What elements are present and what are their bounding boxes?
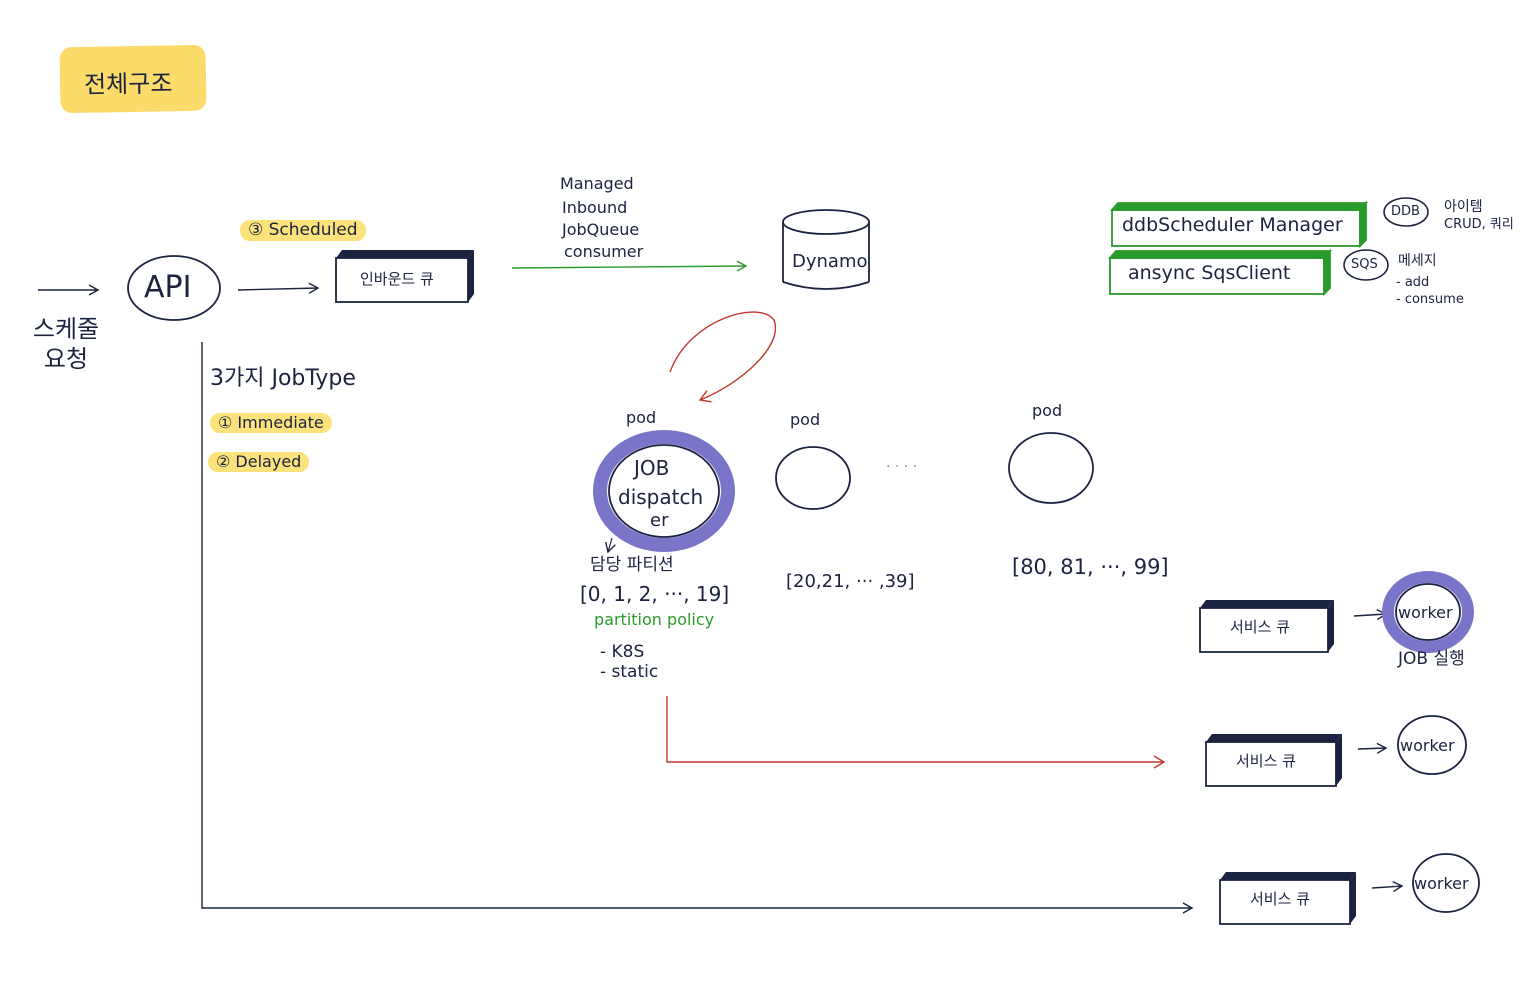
dispatcher-line-3: er xyxy=(650,510,669,531)
sqs-desc-3: - consume xyxy=(1396,292,1464,307)
consumer-line-2: Inbound xyxy=(562,198,628,217)
partition-range-3: [80, 81, ···, 99] xyxy=(1012,555,1169,579)
ddb-desc-2: CRUD, 쿼리 xyxy=(1444,217,1514,232)
api-label: API xyxy=(144,270,192,305)
service-queue-label-1: 서비스 큐 xyxy=(1230,618,1290,636)
consumer-line-1: Managed xyxy=(560,174,634,193)
job-exec-label: JOB 실행 xyxy=(1398,649,1465,669)
ddb-desc-1: 아이템 xyxy=(1444,199,1483,215)
consumer-line-4: consumer xyxy=(564,242,644,261)
pod-2 xyxy=(775,446,851,510)
jobtype-immediate: ① Immediate xyxy=(210,413,332,433)
partition-policy-k8s: - K8S xyxy=(600,642,645,662)
page-title: 전체구조 xyxy=(83,69,173,99)
scheduled-tag: ③ Scheduled xyxy=(240,220,366,241)
inbound-queue-label: 인바운드 큐 xyxy=(360,270,434,288)
ddb-manager-label: ddbScheduler Manager xyxy=(1122,214,1343,236)
request-label: 스케줄 요청 xyxy=(32,315,100,373)
jobtype-delayed: ② Delayed xyxy=(208,452,310,472)
consumer-arrow xyxy=(511,260,748,272)
pod-label-3: pod xyxy=(1032,401,1063,420)
jobtype-heading: 3가지 JobType xyxy=(210,366,356,391)
sqs-client-label: ansync SqsClient xyxy=(1128,262,1291,284)
partition-range-1: [0, 1, 2, ···, 19] xyxy=(580,582,730,606)
partition-heading: 담당 파티션 xyxy=(590,555,674,575)
worker-label-3: worker xyxy=(1414,874,1469,893)
consumer-line-3: JobQueue xyxy=(562,220,640,239)
pod-3 xyxy=(1008,432,1094,504)
sqs-desc-2: - add xyxy=(1396,275,1430,290)
sqs-tag: SQS xyxy=(1351,257,1378,272)
polling-loop-arrow xyxy=(669,311,777,403)
partition-range-2: [20,21, ··· ,39] xyxy=(786,571,915,592)
pod-label-1: pod xyxy=(626,408,657,427)
partition-policy-title: partition policy xyxy=(594,610,715,629)
pods-ellipsis: · · · · xyxy=(886,459,918,475)
sqs-desc-1: 메세지 xyxy=(1398,253,1437,269)
service-queue-label-3: 서비스 큐 xyxy=(1250,890,1310,908)
ddb-tag: DDB xyxy=(1391,204,1420,219)
dynamo-db-cylinder xyxy=(782,209,870,290)
worker-label-1: worker xyxy=(1398,603,1453,622)
dispatch-path-line xyxy=(666,696,1166,769)
pod-label-2: pod xyxy=(790,410,821,429)
dispatcher-line-2: dispatch xyxy=(618,485,704,509)
architecture-diagram xyxy=(38,197,1480,925)
dispatcher-line-1: JOB xyxy=(634,456,670,480)
partition-policy-static: - static xyxy=(600,662,659,682)
service-queue-label-2: 서비스 큐 xyxy=(1236,752,1296,770)
dynamo-label: Dynamo xyxy=(792,251,868,272)
api-to-queue-arrow xyxy=(237,282,320,294)
worker-label-2: worker xyxy=(1400,736,1455,755)
title-highlight: 전체구조 xyxy=(59,44,207,114)
